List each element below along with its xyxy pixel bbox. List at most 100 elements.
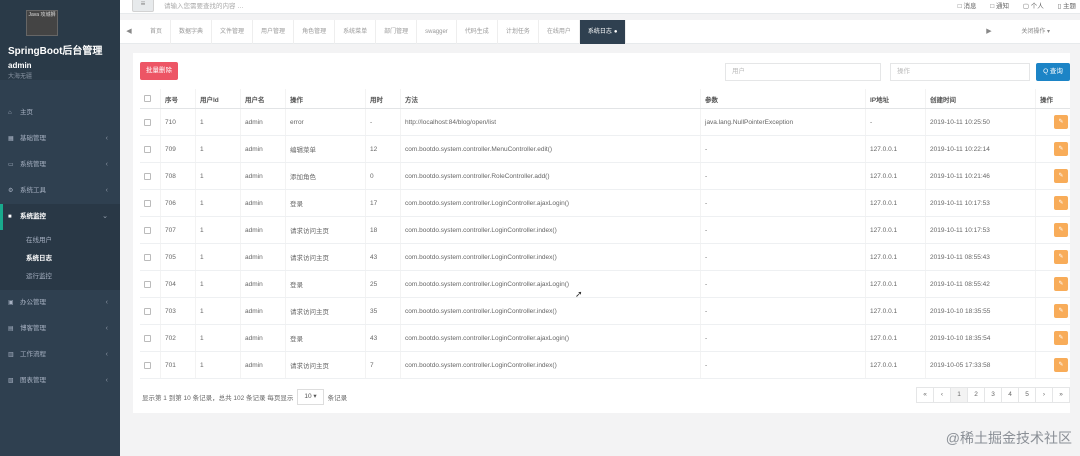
tab[interactable]: 首页	[142, 20, 172, 44]
menu-toggle-button[interactable]: ≡	[132, 0, 154, 12]
row-checkbox[interactable]	[144, 334, 151, 342]
page-link[interactable]: 2	[967, 387, 985, 403]
summary-suffix: 条记录	[327, 395, 348, 402]
table-cell: 2019-10-11 10:17:53	[925, 217, 1035, 243]
table-cell: com.bootdo.system.controller.LoginContro…	[400, 325, 700, 351]
table-row: 704 1 admin 登录 25 com.bootdo.system.controlle…	[140, 271, 1070, 298]
edit-icon[interactable]: ✎	[1054, 250, 1068, 264]
sidebar: Java 攻城狮 SpringBoot后台管理 admin 大海无疆 ⌂ 主页 ‹ ▦…	[0, 0, 120, 456]
global-search-input[interactable]: 请输入您需要查找的内容 …	[164, 0, 244, 10]
page-size-select[interactable]: 10 ▾	[297, 389, 324, 405]
tab-close-menu[interactable]: 关闭操作 ▾	[1021, 20, 1050, 44]
messages-link[interactable]: □ 消息	[958, 3, 977, 10]
page-link[interactable]: ‹	[933, 387, 951, 403]
sidebar-item-label: 图表管理	[20, 377, 46, 384]
notifications-link[interactable]: □ 通知	[990, 3, 1009, 10]
tab[interactable]: swagger	[417, 20, 457, 44]
header-cell[interactable]: 参数	[700, 89, 865, 108]
page-link[interactable]: «	[916, 387, 934, 403]
edit-icon[interactable]: ✎	[1054, 223, 1068, 237]
table-cell: admin	[240, 163, 285, 189]
tab[interactable]: 代码生成	[457, 20, 498, 44]
submenu-item[interactable]: 在线用户	[0, 232, 120, 250]
table-cell: com.bootdo.system.controller.MenuControl…	[400, 136, 700, 162]
query-button[interactable]: Q 查询	[1036, 63, 1070, 81]
edit-icon[interactable]: ✎	[1054, 358, 1068, 372]
sidebar-item[interactable]: ‹ ▤ 博客管理	[0, 316, 120, 342]
header-cell[interactable]: 创建时间	[925, 89, 1035, 108]
table-cell: 127.0.0.1	[865, 298, 925, 324]
submenu-item[interactable]: 运行监控	[0, 268, 120, 286]
tab[interactable]: 部门管理	[376, 20, 418, 44]
user-name[interactable]: admin	[8, 61, 32, 70]
edit-icon[interactable]: ✎	[1054, 196, 1068, 210]
edit-icon[interactable]: ✎	[1054, 304, 1068, 318]
tab[interactable]: 角色管理	[294, 20, 336, 44]
tab[interactable]: 系统菜单	[335, 20, 377, 44]
sidebar-item[interactable]: ‹ ▦ 基础管理	[0, 126, 120, 152]
sidebar-item[interactable]: ‹ ▭ 系统管理	[0, 152, 120, 178]
user-search-input[interactable]: 用户	[725, 63, 881, 81]
page-link[interactable]: ›	[1035, 387, 1053, 403]
avatar[interactable]: Java 攻城狮	[26, 10, 58, 36]
header-cell[interactable]: 方法	[400, 89, 700, 108]
header-cell[interactable]: 用时	[365, 89, 400, 108]
tab[interactable]: 系统日志 ●	[579, 20, 627, 44]
table-cell: 127.0.0.1	[865, 244, 925, 270]
tab-label: 计划任务	[505, 29, 530, 35]
header-cell[interactable]: 用户Id	[195, 89, 240, 108]
sidebar-item-label: 主页	[20, 109, 33, 116]
sidebar-menu: ⌂ 主页 ‹ ▦ 基础管理 ‹ ▭ 系统管理 ‹ ⚙ 系统工具 ⌄ ■ 系统监控在线用户 系统日志 运行监控 ‹…	[0, 100, 120, 394]
row-checkbox[interactable]	[144, 118, 151, 126]
table-cell: 43	[365, 325, 400, 351]
header-cell[interactable]: 用户名	[240, 89, 285, 108]
table-cell: admin	[240, 109, 285, 135]
batch-delete-button[interactable]: 批量删除	[140, 62, 178, 80]
row-checkbox[interactable]	[144, 172, 151, 180]
page-link[interactable]: 5	[1018, 387, 1036, 403]
row-checkbox[interactable]	[144, 145, 151, 153]
table-cell: 1	[195, 217, 240, 243]
page-link[interactable]: 1	[950, 387, 968, 403]
row-checkbox[interactable]	[144, 226, 151, 234]
sidebar-item[interactable]: ‹ ▧ 图表管理	[0, 368, 120, 394]
edit-icon[interactable]: ✎	[1054, 115, 1068, 129]
edit-icon[interactable]: ✎	[1054, 331, 1068, 345]
log-panel: 批量删除 用户 操作 Q 查询 序号 用户Id 用户名 操作 用时 方法 参数 IP地址 创建时…	[133, 53, 1070, 413]
header-cell[interactable]: 操作	[1035, 89, 1070, 108]
header-cell[interactable]: 操作	[285, 89, 365, 108]
row-checkbox[interactable]	[144, 199, 151, 207]
row-checkbox[interactable]	[144, 253, 151, 261]
page-link[interactable]: 3	[984, 387, 1002, 403]
select-all-checkbox[interactable]	[144, 95, 151, 102]
edit-icon[interactable]: ✎	[1054, 142, 1068, 156]
sidebar-item[interactable]: ⌄ ■ 系统监控	[0, 204, 120, 230]
edit-icon[interactable]: ✎	[1054, 169, 1068, 183]
close-icon[interactable]: ●	[614, 29, 618, 35]
edit-icon[interactable]: ✎	[1054, 277, 1068, 291]
sidebar-item[interactable]: ‹ ⚙ 系统工具	[0, 178, 120, 204]
tab[interactable]: 数据字典	[171, 20, 213, 44]
header-cell[interactable]: 序号	[160, 89, 195, 108]
sidebar-item[interactable]: ‹ ▣ 办公管理	[0, 290, 120, 316]
table-cell: -	[700, 352, 865, 378]
tabs-prev-icon[interactable]: ◀	[120, 20, 138, 44]
profile-link[interactable]: ▢ 个人	[1023, 3, 1044, 10]
theme-link[interactable]: ▯ 主题	[1058, 3, 1076, 10]
page-link[interactable]: »	[1052, 387, 1070, 403]
operation-search-input[interactable]: 操作	[890, 63, 1030, 81]
page-link[interactable]: 4	[1001, 387, 1019, 403]
tab[interactable]: 用户管理	[253, 20, 295, 44]
tab[interactable]: 计划任务	[498, 20, 539, 44]
sidebar-item[interactable]: ⌂ 主页	[0, 100, 120, 126]
row-checkbox[interactable]	[144, 280, 151, 288]
row-checkbox[interactable]	[144, 361, 151, 369]
header-cell[interactable]: IP地址	[865, 89, 925, 108]
sidebar-item[interactable]: ‹ ▥ 工作流程	[0, 342, 120, 368]
table-cell: 127.0.0.1	[865, 136, 925, 162]
row-checkbox[interactable]	[144, 307, 151, 315]
tabs-next-icon[interactable]: ▶	[980, 20, 998, 44]
tab[interactable]: 文件管理	[212, 20, 254, 44]
submenu-item[interactable]: 系统日志	[0, 250, 120, 268]
tab[interactable]: 在线用户	[539, 20, 580, 44]
